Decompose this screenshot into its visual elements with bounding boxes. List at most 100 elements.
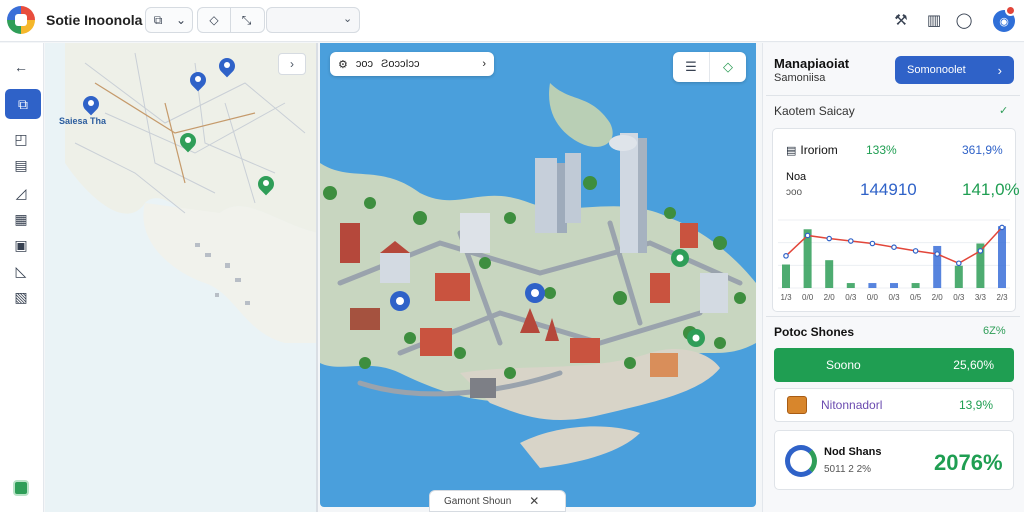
stat-value-3: 144910 (860, 180, 917, 199)
view-mode-label[interactable]: ɔoɔ (356, 58, 373, 70)
scene-controls: ☰ ◇ (673, 52, 746, 82)
shape-tool-icon[interactable]: ◇ (198, 8, 230, 32)
panel-action-label: Somonoolet (907, 64, 966, 76)
summary-subtitle: 5011 2 2% (824, 464, 872, 475)
list-item-selected[interactable]: Soono 25,60% (774, 348, 1014, 382)
list-title: Potoc Shones (774, 325, 855, 339)
stat-row-1: ▤ Iroriom (786, 143, 870, 157)
chart-point[interactable] (804, 232, 811, 239)
scene-bottom-tab[interactable]: Gamont Shoun ✕ (429, 490, 566, 512)
package-icon (787, 396, 807, 414)
chart-tick-label: 0/3 (888, 293, 900, 302)
close-icon[interactable]: ✕ (529, 494, 539, 508)
chevron-down-icon[interactable]: ✓ (999, 104, 1008, 117)
chevron-right-icon[interactable]: › (482, 58, 486, 70)
city-scene-graphic (320, 83, 756, 468)
calendar-icon: ▤ (786, 144, 797, 157)
trend-chart: 1/3 0/0 2/0 0/3 0/0 0/3 0/5 2/0 0/3 3/3 2/3 (778, 219, 1010, 302)
filter-icon[interactable]: ☰ (673, 52, 709, 82)
list-item-label: Nitonnadorl (821, 398, 883, 412)
summary-value: 2076% (934, 450, 1003, 475)
list-item-label: Soono (826, 358, 861, 372)
map-pin-icon[interactable] (83, 96, 99, 116)
sidebar-item-shape[interactable]: ◺ (8, 259, 34, 283)
map-pin-icon[interactable] (180, 133, 196, 153)
stat-sublabel: ɔoo (786, 187, 803, 198)
list-item-value: 25,60% (953, 358, 994, 372)
list-item[interactable]: Nitonnadorl 13,9% (774, 388, 1014, 422)
list-percent: 6Z% (983, 325, 1006, 337)
chart-bar[interactable] (890, 283, 898, 288)
map-pin-icon[interactable] (219, 58, 235, 78)
panel-subtitle: Samoniisa (774, 72, 826, 84)
chart-point[interactable] (956, 260, 962, 267)
chart-tick-label: 2/3 (996, 293, 1008, 302)
chart-point[interactable] (783, 253, 789, 259)
chart-bar[interactable] (782, 264, 790, 288)
stat-value-1: 133% (866, 143, 897, 157)
location-icon[interactable]: ◯ (954, 10, 974, 30)
sidebar-item-image[interactable]: ▧ (8, 285, 34, 309)
scene-bottom-label: Gamont Shoun (444, 495, 512, 507)
stat-value-4: 141,0% (962, 180, 1020, 199)
summary-title: Nod Shans (824, 446, 882, 458)
status-indicator[interactable] (13, 480, 29, 496)
app-logo (7, 6, 35, 34)
panel-action-button[interactable]: Somonoolet › (895, 56, 1014, 84)
chart-point[interactable] (999, 224, 1005, 231)
toolbar-group-layers: ⧉ ⌄ (145, 7, 193, 33)
app-title: Sotie Inoonola (46, 12, 143, 28)
layers-icon[interactable]: ⧉ (146, 8, 170, 32)
chart-tick-label: 0/3 (953, 293, 965, 302)
chart-point[interactable] (848, 238, 854, 244)
sidebar-item-layers[interactable]: ▤ (8, 153, 34, 177)
sidebar-item-measure[interactable]: ◿ (8, 181, 34, 205)
progress-ring-icon (785, 445, 817, 477)
chart-tick-label: 0/0 (867, 293, 879, 302)
chart-point[interactable] (912, 248, 919, 254)
top-bar: Sotie Inoonola ⧉ ⌄ ◇ ⤡ ⌄ ⚒ ▥ ◯ ◉ (0, 0, 1024, 42)
chart-tick-label: 3/3 (975, 293, 987, 302)
locate-icon[interactable]: ◇ (709, 52, 746, 82)
chevron-down-icon[interactable]: ⌄ (343, 12, 352, 25)
chart-tick-label: 0/3 (845, 293, 857, 302)
scene-view-toolbar: ⚙ ɔoɔ ƧoɔɔIɔɔ › (330, 52, 494, 76)
list-item-value: 13,9% (958, 398, 993, 412)
chart-bar[interactable] (846, 283, 855, 288)
city-3d-view[interactable] (320, 43, 756, 507)
panel-title: Manapiaoiat (774, 56, 850, 71)
chart-bar[interactable] (825, 260, 834, 288)
sidebar-item-grid[interactable]: ▦ (8, 207, 34, 231)
chart-tick-label: 1/3 (780, 293, 792, 302)
stat-value-2: 361,9% (962, 143, 1003, 157)
layer-label[interactable]: ƧoɔɔIɔɔ (381, 58, 420, 70)
collapse-map-button[interactable]: › (278, 53, 306, 75)
left-sidebar: ← ⧉ ◰ ▤ ◿ ▦ ▣ ◺ ▧ (0, 43, 44, 512)
chart-bar[interactable] (954, 265, 963, 288)
chart-point[interactable] (977, 248, 984, 254)
chart-bar[interactable] (868, 283, 877, 288)
chart-tick-label: 2/0 (932, 293, 944, 302)
tools-icon[interactable]: ⚒ (891, 10, 911, 30)
chart-point[interactable] (826, 235, 833, 242)
chart-tick-label: 0/5 (910, 293, 922, 302)
sidebar-item-map[interactable]: ⧉ (5, 89, 41, 119)
chart-point[interactable] (891, 244, 897, 251)
back-arrow-icon[interactable]: ← (8, 55, 34, 79)
map-pin-icon[interactable] (258, 176, 274, 196)
expand-icon[interactable]: ⤡ (230, 8, 262, 32)
map-pin-icon[interactable] (190, 72, 206, 92)
chevron-right-icon: › (997, 62, 1002, 78)
chevron-down-icon[interactable]: ⌄ (170, 8, 192, 32)
chart-bar[interactable] (998, 226, 1006, 288)
map-place-label: Saiesa Tha (59, 116, 107, 126)
chart-bar[interactable] (911, 283, 920, 288)
sidebar-item-chart[interactable]: ◰ (8, 127, 34, 151)
chart-point[interactable] (934, 251, 941, 257)
chart-tick-label: 0/0 (802, 293, 814, 302)
sidebar-item-table[interactable]: ▣ (8, 233, 34, 257)
view-mode-icon[interactable]: ⚙ (338, 58, 348, 71)
building-icon[interactable]: ▥ (924, 10, 944, 30)
section-title: Kaotem Saicay (774, 104, 855, 118)
chart-point[interactable] (869, 240, 876, 247)
